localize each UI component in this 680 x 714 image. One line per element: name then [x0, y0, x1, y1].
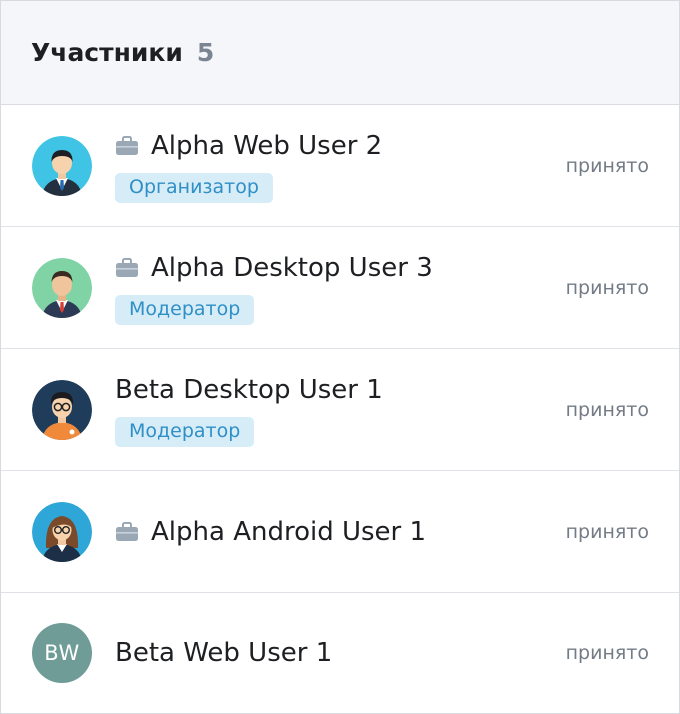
participant-name: Beta Web User 1	[115, 638, 333, 668]
participant-name: Beta Desktop User 1	[115, 374, 383, 405]
briefcase-icon	[115, 135, 139, 156]
participant-name: Alpha Android User 1	[151, 516, 427, 547]
participant-row[interactable]: Alpha Desktop User 3 Модератор принято	[1, 227, 679, 349]
man-glasses-avatar	[32, 379, 92, 440]
role-badge: Модератор	[115, 416, 255, 447]
participant-row[interactable]: BW Beta Web User 1 принято	[1, 593, 679, 713]
man-red-tie-avatar	[32, 257, 92, 318]
status-label: принято	[565, 276, 649, 299]
participant-info: Alpha Android User 1	[115, 515, 426, 549]
status-label: принято	[565, 642, 649, 664]
status-label: принято	[565, 398, 649, 421]
initials-avatar: BW	[32, 623, 92, 683]
role-badge: Организатор	[115, 172, 273, 203]
man-suit-avatar	[32, 135, 92, 196]
participant-info: Beta Desktop User 1 Модератор	[115, 373, 383, 447]
participant-name: Alpha Web User 2	[151, 130, 383, 161]
participant-info: Alpha Desktop User 3 Модератор	[115, 251, 433, 325]
briefcase-icon	[115, 521, 139, 542]
briefcase-icon	[115, 257, 139, 278]
participant-row[interactable]: Alpha Android User 1 принято	[1, 471, 679, 593]
participants-panel: Участники 5 Alpha Web User 2 Организатор…	[0, 0, 680, 714]
status-label: принято	[565, 520, 649, 543]
participant-row[interactable]: Alpha Web User 2 Организатор принято	[1, 105, 679, 227]
participants-count: 5	[196, 38, 215, 67]
participants-header: Участники 5	[1, 1, 679, 105]
role-badge: Модератор	[115, 294, 255, 325]
participants-title: Участники	[31, 38, 183, 67]
participant-row[interactable]: Beta Desktop User 1 Модератор принято	[1, 349, 679, 471]
participant-info: Alpha Web User 2 Организатор	[115, 129, 382, 203]
participant-info: Beta Web User 1	[115, 636, 332, 670]
status-label: принято	[565, 154, 649, 177]
participant-name: Alpha Desktop User 3	[151, 252, 433, 283]
woman-glasses-avatar	[32, 501, 92, 562]
